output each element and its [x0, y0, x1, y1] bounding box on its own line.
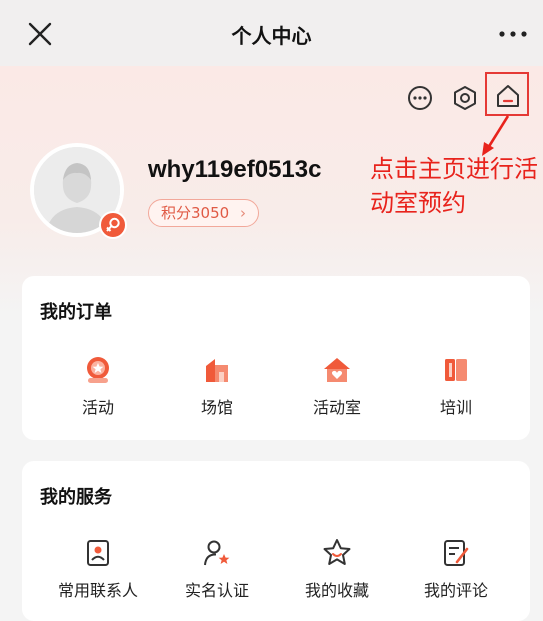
- order-item-venue[interactable]: 场馆: [172, 354, 262, 418]
- service-item-favorites[interactable]: 我的收藏: [292, 537, 382, 601]
- page-title: 个人中心: [231, 24, 312, 48]
- activity-icon: [87, 357, 109, 383]
- annotation-text: 点击主页进行活动室预约: [370, 155, 538, 217]
- order-item-label: 场馆: [200, 398, 233, 417]
- venue-icon: [206, 359, 228, 382]
- message-icon[interactable]: [405, 83, 435, 113]
- activity-room-icon: [324, 358, 350, 382]
- comments-icon: [444, 540, 469, 566]
- order-item-label: 培训: [439, 398, 472, 417]
- female-icon: [106, 217, 120, 232]
- orders-card: 我的订单 活动 场馆 活动室 培训: [22, 276, 530, 440]
- username: why119ef0513c: [148, 156, 322, 183]
- service-item-label: 实名认证: [184, 581, 249, 600]
- services-card: 我的服务 常用联系人 实名认证 我的收藏 我的评论: [22, 461, 530, 621]
- service-item-label: 常用联系人: [57, 581, 138, 600]
- service-item-label: 我的评论: [423, 581, 488, 600]
- more-icon[interactable]: [496, 24, 530, 44]
- service-item-comments[interactable]: 我的评论: [411, 537, 501, 601]
- settings-icon[interactable]: [450, 83, 480, 113]
- points-label: 积分3050: [161, 204, 230, 222]
- order-item-label: 活动: [81, 398, 114, 417]
- service-item-label: 我的收藏: [304, 581, 369, 600]
- training-icon: [445, 359, 467, 381]
- home-icon[interactable]: [493, 81, 523, 111]
- favorites-icon: [323, 539, 351, 565]
- contacts-icon: [87, 540, 109, 566]
- points-badge[interactable]: 积分3050 ›: [148, 199, 259, 227]
- gender-badge: [99, 211, 127, 239]
- services-title: 我的服务: [40, 487, 112, 508]
- service-item-verification[interactable]: 实名认证: [172, 537, 262, 601]
- order-item-activity[interactable]: 活动: [53, 354, 143, 418]
- orders-title: 我的订单: [40, 302, 112, 323]
- chevron-right-icon: ›: [239, 204, 246, 222]
- service-item-contacts[interactable]: 常用联系人: [53, 537, 143, 601]
- verification-icon: [204, 540, 230, 566]
- order-item-training[interactable]: 培训: [411, 354, 501, 418]
- order-item-label: 活动室: [312, 398, 361, 417]
- top-bar: 个人中心: [0, 0, 543, 66]
- order-item-activity-room[interactable]: 活动室: [292, 354, 382, 418]
